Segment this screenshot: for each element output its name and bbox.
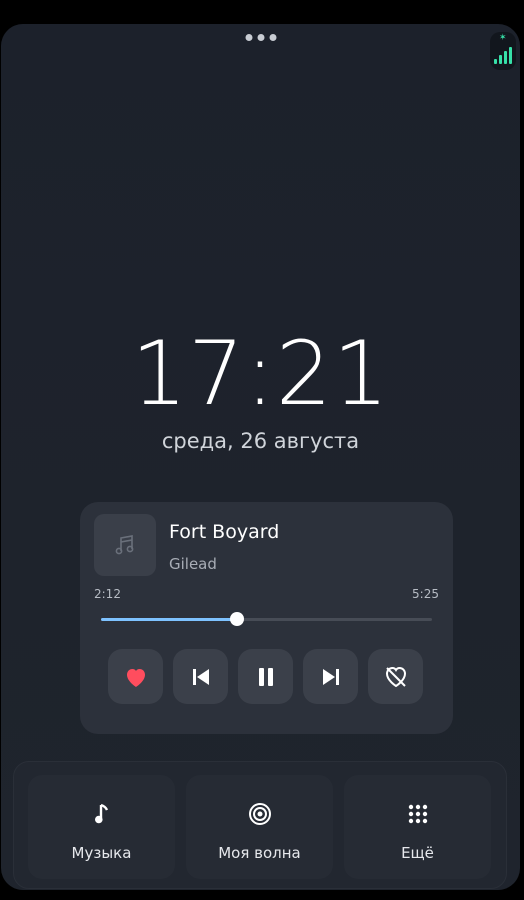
progress-knob[interactable]: [229, 612, 244, 626]
album-cover: [94, 514, 156, 576]
dock-tile-label: Моя волна: [218, 844, 301, 862]
playback-controls: [108, 649, 423, 704]
music-player-card: Fort Boyard Gilead 2:12 5:25: [80, 502, 453, 734]
sparkle-icon: ✶: [499, 33, 507, 43]
more-dots-icon[interactable]: [245, 34, 276, 41]
heart-broken-icon: [385, 666, 406, 687]
dock-tile-label: Ещё: [401, 844, 434, 862]
track-title: Fort Boyard: [169, 521, 280, 543]
track-artist: Gilead: [169, 555, 217, 573]
pause-icon: [258, 667, 273, 686]
bottom-dock: Музыка Моя волна Ещё: [13, 761, 507, 889]
pause-button[interactable]: [238, 649, 293, 704]
progress-fill: [101, 618, 237, 621]
progress-bar[interactable]: [101, 612, 432, 626]
dock-tile-label: Музыка: [71, 844, 132, 862]
lock-screen: ✶ 17:21 среда, 26 августа Fort Boyard Gi…: [1, 24, 520, 890]
clock-time: 17:21: [131, 322, 390, 425]
clock-date: среда, 26 августа: [161, 429, 360, 453]
heart-icon: [126, 668, 145, 687]
dock-tile-more[interactable]: Ещё: [344, 775, 491, 879]
next-button[interactable]: [303, 649, 358, 704]
like-button[interactable]: [108, 649, 163, 704]
total-duration: 5:25: [412, 587, 439, 601]
elapsed-time: 2:12: [94, 587, 121, 601]
dock-tile-music[interactable]: Музыка: [28, 775, 175, 879]
wave-icon: [243, 797, 277, 831]
skip-next-icon: [322, 668, 339, 685]
apps-grid-icon: [401, 797, 435, 831]
music-note-icon: [85, 797, 119, 831]
signal-strength-icon: ✶: [490, 32, 516, 70]
dislike-button[interactable]: [368, 649, 423, 704]
music-note-icon: [115, 535, 134, 555]
dock-tile-my-wave[interactable]: Моя волна: [186, 775, 333, 879]
skip-previous-icon: [192, 668, 209, 685]
previous-button[interactable]: [173, 649, 228, 704]
